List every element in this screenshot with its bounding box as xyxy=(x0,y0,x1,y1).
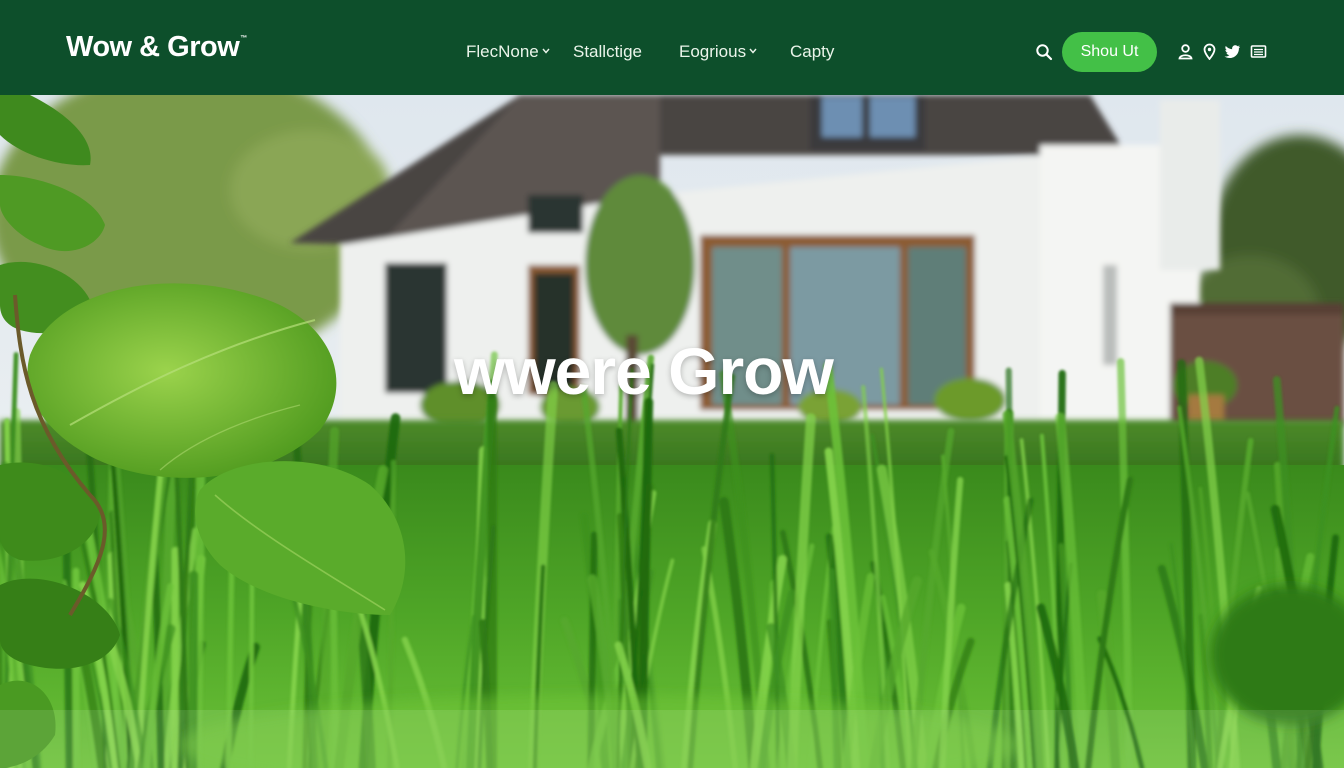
nav-item-label: FlecNone xyxy=(466,42,539,61)
nav-item-capty[interactable]: Capty xyxy=(790,42,834,62)
menu-list-icon[interactable] xyxy=(1250,43,1267,60)
logo-text: Wow & Grow xyxy=(66,31,240,63)
chevron-down-icon xyxy=(542,42,550,62)
hero-background-image xyxy=(0,95,1344,768)
nav-item-stallctige[interactable]: Stallctige xyxy=(573,42,642,62)
chevron-down-icon xyxy=(749,42,757,62)
hero-headline: wwere Grow xyxy=(454,334,834,408)
hero-section: wwere Grow xyxy=(0,95,1344,768)
hero-bottom-fade xyxy=(0,710,1344,768)
search-icon[interactable] xyxy=(1035,43,1053,61)
logo-trademark: ™ xyxy=(240,35,247,42)
nav-item-flecnone[interactable]: FlecNone xyxy=(466,42,550,62)
nav-item-label: Capty xyxy=(790,42,835,61)
nav-item-label: Stallctige xyxy=(573,42,642,61)
cta-button[interactable]: Shou Ut xyxy=(1062,32,1157,72)
nav-item-label: Eogrious xyxy=(679,42,747,61)
top-navigation-bar: Wow & Grow™ FlecNone Stallctige Eogrious… xyxy=(0,0,1344,95)
twitter-icon[interactable] xyxy=(1224,43,1241,60)
user-icon[interactable] xyxy=(1177,43,1194,60)
nav-item-eogrious[interactable]: Eogrious xyxy=(679,42,757,62)
location-pin-icon[interactable] xyxy=(1201,43,1218,60)
brand-logo[interactable]: Wow & Grow™ xyxy=(66,31,247,64)
